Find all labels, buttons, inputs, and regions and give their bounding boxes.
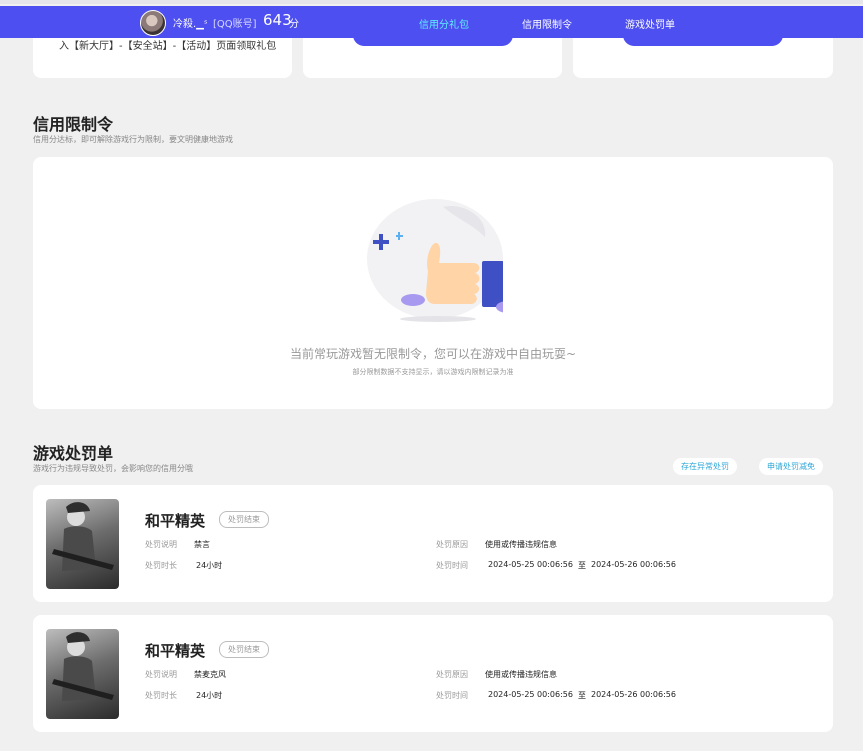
thumbs-up-illustration xyxy=(367,199,503,322)
duration-label: 处罚时长 xyxy=(145,561,177,570)
tab-credit-gift[interactable]: 信用分礼包 xyxy=(419,16,469,31)
game-cover-image xyxy=(46,629,119,719)
abnormal-penalty-button[interactable]: 存在异常处罚 xyxy=(673,458,737,475)
limit-section-subtitle: 信用分达标，即可解除游戏行为限制，要文明健康地游戏 xyxy=(33,135,233,144)
reason-label: 处罚原因 xyxy=(436,670,468,679)
gift-hint-text: 入【新大厅】-【安全站】-【活动】页面领取礼包 xyxy=(59,41,277,52)
time-separator: 至 xyxy=(578,561,586,570)
limit-empty-card: 当前常玩游戏暂无限制令，您可以在游戏中自由玩耍~ 部分限制数据不支持显示，请以游… xyxy=(33,157,833,409)
reason-value: 使用或传播违规信息 xyxy=(485,540,557,549)
account-type: [QQ账号] xyxy=(213,19,257,30)
apply-reduction-button[interactable]: 申请处罚减免 xyxy=(759,458,823,475)
status-badge: 处罚结束 xyxy=(219,511,269,528)
time-label: 处罚时间 xyxy=(436,691,468,700)
empty-message: 当前常玩游戏暂无限制令，您可以在游戏中自由玩耍~ xyxy=(289,347,577,361)
credit-score: 643 xyxy=(263,11,292,29)
credit-score-unit: 分 xyxy=(289,19,299,30)
desc-value: 禁言 xyxy=(194,540,210,549)
tab-game-penalty[interactable]: 游戏处罚单 xyxy=(625,16,675,31)
top-nav-bar: 冷殺.▁ˢ [QQ账号] 643 分 信用分礼包 信用限制令 游戏处罚单 xyxy=(0,6,863,38)
desc-value: 禁麦克风 xyxy=(194,670,226,679)
time-start: 2024-05-25 00:06:56 xyxy=(488,560,573,569)
penalty-card: 和平精英 处罚结束 处罚说明 禁麦克风 处罚时长 24小时 处罚原因 使用或传播… xyxy=(33,615,833,732)
avatar[interactable] xyxy=(140,10,166,36)
reason-value: 使用或传播违规信息 xyxy=(485,670,557,679)
time-end: 2024-05-26 00:06:56 xyxy=(591,560,676,569)
reason-label: 处罚原因 xyxy=(436,540,468,549)
time-start: 2024-05-25 00:06:56 xyxy=(488,690,573,699)
limit-section-title: 信用限制令 xyxy=(33,115,114,134)
time-label: 处罚时间 xyxy=(436,561,468,570)
duration-value: 24小时 xyxy=(196,561,223,570)
penalty-card: 和平精英 处罚结束 处罚说明 禁言 处罚时长 24小时 处罚原因 使用或传播违规… xyxy=(33,485,833,602)
time-end: 2024-05-26 00:06:56 xyxy=(591,690,676,699)
desc-label: 处罚说明 xyxy=(145,540,177,549)
game-title: 和平精英 xyxy=(145,512,206,530)
duration-label: 处罚时长 xyxy=(145,691,177,700)
penalty-section-subtitle: 游戏行为违规导致处罚，会影响您的信用分哦 xyxy=(33,464,193,473)
time-separator: 至 xyxy=(578,691,586,700)
penalty-section-title: 游戏处罚单 xyxy=(33,444,114,463)
status-badge: 处罚结束 xyxy=(219,641,269,658)
game-cover-image xyxy=(46,499,119,589)
cuff-shape xyxy=(482,261,503,307)
duration-value: 24小时 xyxy=(196,691,223,700)
desc-label: 处罚说明 xyxy=(145,670,177,679)
browser-top-line xyxy=(0,0,863,4)
tab-credit-limit[interactable]: 信用限制令 xyxy=(522,16,572,31)
user-nickname: 冷殺.▁ˢ xyxy=(173,19,208,30)
game-title: 和平精英 xyxy=(145,642,206,660)
empty-note: 部分限制数据不支持显示，请以游戏内限制记录为准 xyxy=(352,368,514,376)
